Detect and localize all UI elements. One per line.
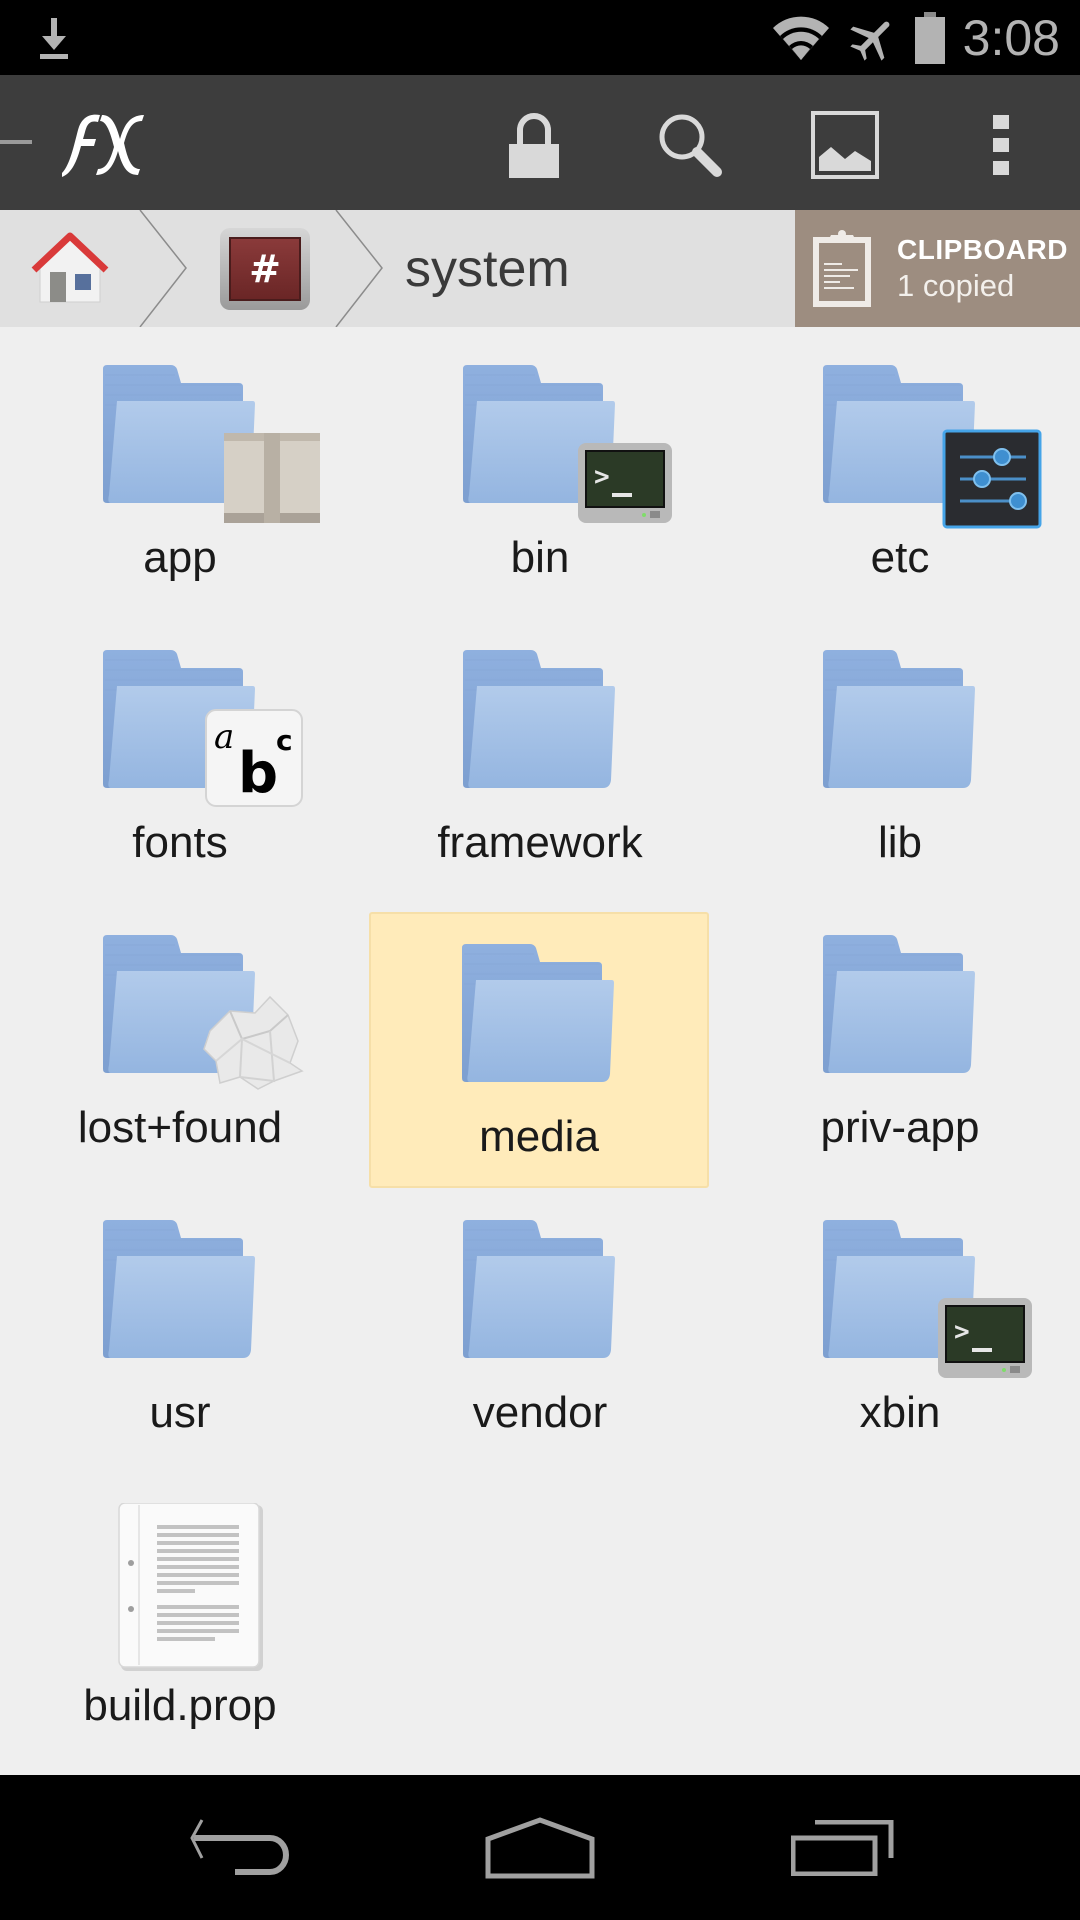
file-item[interactable]: app	[10, 335, 350, 611]
crumpled-paper-icon	[200, 991, 310, 1096]
terminal-icon: >	[578, 443, 672, 528]
clipboard-button[interactable]: CLIPBOARD 1 copied	[795, 210, 1080, 327]
more-vertical-icon	[993, 115, 1009, 175]
home-button[interactable]	[440, 1775, 640, 1920]
file-name: etc	[870, 533, 930, 582]
back-icon	[190, 1818, 289, 1875]
terminal-icon: >	[938, 1298, 1032, 1383]
overflow-menu-button[interactable]	[956, 100, 1046, 190]
file-item[interactable]: > xbin	[730, 1190, 1070, 1466]
action-bar	[0, 75, 1080, 210]
file-item[interactable]: priv-app	[730, 905, 1070, 1181]
file-name: vendor	[472, 1388, 608, 1437]
file-item[interactable]: a b c fonts	[10, 620, 350, 896]
clipboard-count: 1 copied	[897, 267, 1015, 303]
file-name: lib	[877, 818, 923, 867]
search-icon	[659, 114, 722, 177]
package-icon	[222, 427, 322, 532]
back-button[interactable]	[140, 1775, 340, 1920]
clipboard-text: CLIPBOARD 1 copied	[897, 233, 1068, 304]
image-icon	[811, 111, 879, 179]
file-item[interactable]: build.prop	[10, 1475, 350, 1751]
svg-text:c: c	[276, 724, 293, 757]
drawer-indicator[interactable]	[0, 140, 32, 144]
file-item[interactable]: etc	[730, 335, 1070, 611]
folder-icon	[815, 933, 985, 1093]
file-item[interactable]: lib	[730, 620, 1070, 896]
recents-icon	[791, 1819, 894, 1876]
status-icons: 3:08	[771, 0, 1060, 75]
folder-icon	[815, 648, 985, 808]
gallery-button[interactable]	[800, 100, 890, 190]
fonts-icon: a b c	[204, 708, 304, 813]
status-bar: 3:08	[0, 0, 1080, 75]
app-logo-icon[interactable]	[48, 105, 148, 180]
svg-text:>: >	[594, 462, 610, 492]
breadcrumb-current[interactable]: system	[405, 210, 605, 327]
home-icon	[31, 232, 109, 302]
file-grid: app > bin etc a b c fonts framework lib …	[0, 327, 1080, 1775]
folder-icon	[455, 1218, 625, 1378]
lock-button[interactable]	[489, 100, 579, 190]
file-item[interactable]: usr	[10, 1190, 350, 1466]
screen: 3:08 # system CLIPBOARD 1 copied app > b…	[0, 0, 1080, 1920]
file-name: fonts	[132, 818, 228, 867]
file-item[interactable]: > bin	[370, 335, 710, 611]
file-name: usr	[149, 1388, 211, 1437]
wifi-icon	[772, 16, 829, 60]
breadcrumb-root[interactable]: #	[200, 210, 330, 327]
root-hash-icon: #	[220, 227, 310, 310]
folder-icon	[455, 648, 625, 808]
recents-button[interactable]	[743, 1775, 943, 1920]
svg-text:a: a	[214, 717, 234, 757]
file-name: build.prop	[83, 1681, 277, 1730]
file-name: bin	[510, 533, 570, 582]
clock: 3:08	[962, 9, 1060, 66]
breadcrumb-separator	[139, 210, 187, 327]
home-nav-icon	[485, 1816, 595, 1878]
file-item[interactable]: framework	[370, 620, 710, 896]
root-hash-glyph: #	[229, 236, 301, 301]
file-item[interactable]: lost+found	[10, 905, 350, 1181]
download-icon	[40, 18, 68, 59]
breadcrumb-current-label: system	[405, 239, 570, 298]
file-name: xbin	[859, 1388, 941, 1437]
clipboard-icon	[813, 229, 871, 307]
clipboard-title: CLIPBOARD	[897, 234, 1068, 266]
search-button[interactable]	[645, 100, 735, 190]
svg-text:b: b	[238, 741, 278, 806]
folder-icon	[454, 942, 624, 1102]
file-name: framework	[437, 818, 643, 867]
text-file-icon	[95, 1502, 265, 1671]
breadcrumb-home[interactable]	[0, 210, 140, 327]
folder-icon	[95, 1218, 265, 1378]
battery-icon	[914, 11, 945, 64]
svg-text:>: >	[954, 1317, 970, 1347]
airplane-mode-icon	[850, 21, 890, 61]
file-item[interactable]: vendor	[370, 1190, 710, 1466]
file-name: lost+found	[77, 1103, 283, 1152]
file-name: media	[479, 1112, 599, 1161]
settings-sliders-icon	[942, 429, 1042, 534]
lock-icon	[509, 113, 559, 178]
file-name: priv-app	[820, 1103, 980, 1152]
file-item-selected[interactable]: media	[369, 912, 709, 1188]
navigation-bar	[0, 1775, 1080, 1920]
file-name: app	[143, 533, 217, 582]
breadcrumb-separator	[335, 210, 383, 327]
